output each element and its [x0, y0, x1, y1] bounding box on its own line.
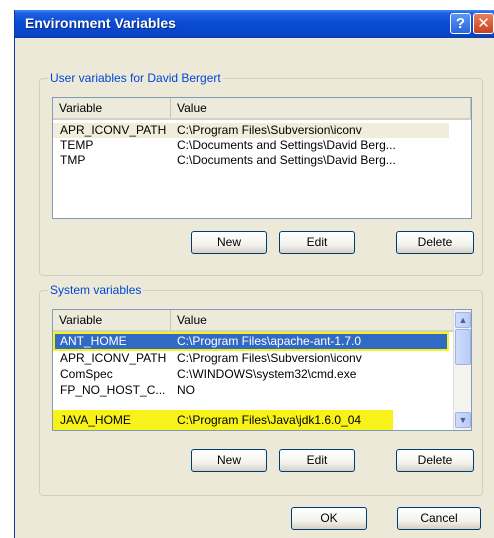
- column-header-value[interactable]: Value: [171, 310, 455, 330]
- help-icon: ?: [455, 15, 466, 32]
- variable-name: FP_NO_HOST_C...: [60, 383, 166, 397]
- list-item[interactable]: FP_NO_HOST_C... NO: [53, 383, 449, 398]
- system-edit-button[interactable]: Edit: [279, 449, 355, 472]
- ok-button[interactable]: OK: [291, 507, 367, 530]
- variable-value: C:\Program Files\apache-ant-1.7.0: [177, 334, 362, 348]
- list-item[interactable]: TMP C:\Documents and Settings\David Berg…: [53, 153, 449, 168]
- variable-name: TMP: [60, 153, 86, 167]
- variable-value: C:\Program Files\Subversion\iconv: [177, 123, 362, 137]
- column-header-variable[interactable]: Variable: [53, 98, 171, 118]
- user-edit-button[interactable]: Edit: [279, 231, 355, 254]
- system-variables-list[interactable]: Variable Value ANT_HOME C:\Program Files…: [52, 309, 472, 431]
- scroll-thumb[interactable]: [455, 329, 471, 365]
- system-variables-group: System variables Variable Value ANT_HOME…: [39, 283, 483, 496]
- list-item[interactable]: ANT_HOME C:\Program Files\apache-ant-1.7…: [55, 334, 447, 349]
- list-item[interactable]: TEMP C:\Documents and Settings\David Ber…: [53, 138, 449, 153]
- column-header-variable[interactable]: Variable: [53, 310, 171, 330]
- list-item[interactable]: ComSpec C:\WINDOWS\system32\cmd.exe: [53, 367, 449, 382]
- variable-name: APR_ICONV_PATH: [60, 123, 167, 137]
- system-list-header: Variable Value: [53, 310, 455, 332]
- system-variables-legend: System variables: [48, 283, 144, 297]
- user-variables-group: User variables for David Bergert Variabl…: [39, 71, 483, 276]
- user-variables-list[interactable]: Variable Value APR_ICONV_PATH C:\Program…: [52, 97, 472, 219]
- chevron-up-icon: ▲: [458, 315, 468, 325]
- list-item[interactable]: APR_ICONV_PATH C:\Program Files\Subversi…: [53, 123, 449, 138]
- user-variables-legend: User variables for David Bergert: [48, 71, 223, 85]
- help-button[interactable]: ?: [450, 13, 471, 34]
- chevron-down-icon: ▼: [458, 415, 468, 425]
- variable-value: C:\Documents and Settings\David Berg...: [177, 138, 396, 152]
- user-new-button[interactable]: New: [191, 231, 267, 254]
- variable-value: C:\WINDOWS\system32\cmd.exe: [177, 367, 357, 381]
- variable-name: APR_ICONV_PATH: [60, 351, 167, 365]
- system-delete-button[interactable]: Delete: [396, 449, 474, 472]
- variable-name: TEMP: [60, 138, 94, 152]
- list-item[interactable]: APR_ICONV_PATH C:\Program Files\Subversi…: [53, 351, 449, 366]
- scroll-up-button[interactable]: ▲: [455, 312, 471, 328]
- system-list-scrollbar[interactable]: ▲ ▼: [453, 310, 471, 430]
- variable-value: C:\Program Files\Subversion\iconv: [177, 351, 362, 365]
- variable-value: NO: [177, 383, 195, 397]
- title-bar[interactable]: Environment Variables ? ✕: [15, 10, 494, 38]
- variable-value: C:\Program Files\Java\jdk1.6.0_04: [177, 413, 362, 427]
- cancel-button[interactable]: Cancel: [397, 507, 481, 530]
- user-list-header: Variable Value: [53, 98, 471, 120]
- user-delete-button[interactable]: Delete: [396, 231, 474, 254]
- environment-variables-dialog: Environment Variables ? ✕ User variables…: [14, 10, 494, 538]
- column-header-value[interactable]: Value: [171, 98, 471, 118]
- close-icon: ✕: [477, 15, 490, 32]
- scroll-down-button[interactable]: ▼: [455, 412, 471, 428]
- close-button[interactable]: ✕: [473, 13, 494, 34]
- system-new-button[interactable]: New: [191, 449, 267, 472]
- list-item[interactable]: JAVA_HOME C:\Program Files\Java\jdk1.6.0…: [53, 413, 449, 428]
- variable-value: C:\Documents and Settings\David Berg...: [177, 153, 396, 167]
- variable-name: ComSpec: [60, 367, 113, 381]
- variable-name: JAVA_HOME: [60, 413, 131, 427]
- window-title: Environment Variables: [25, 15, 176, 31]
- variable-name: ANT_HOME: [60, 334, 127, 348]
